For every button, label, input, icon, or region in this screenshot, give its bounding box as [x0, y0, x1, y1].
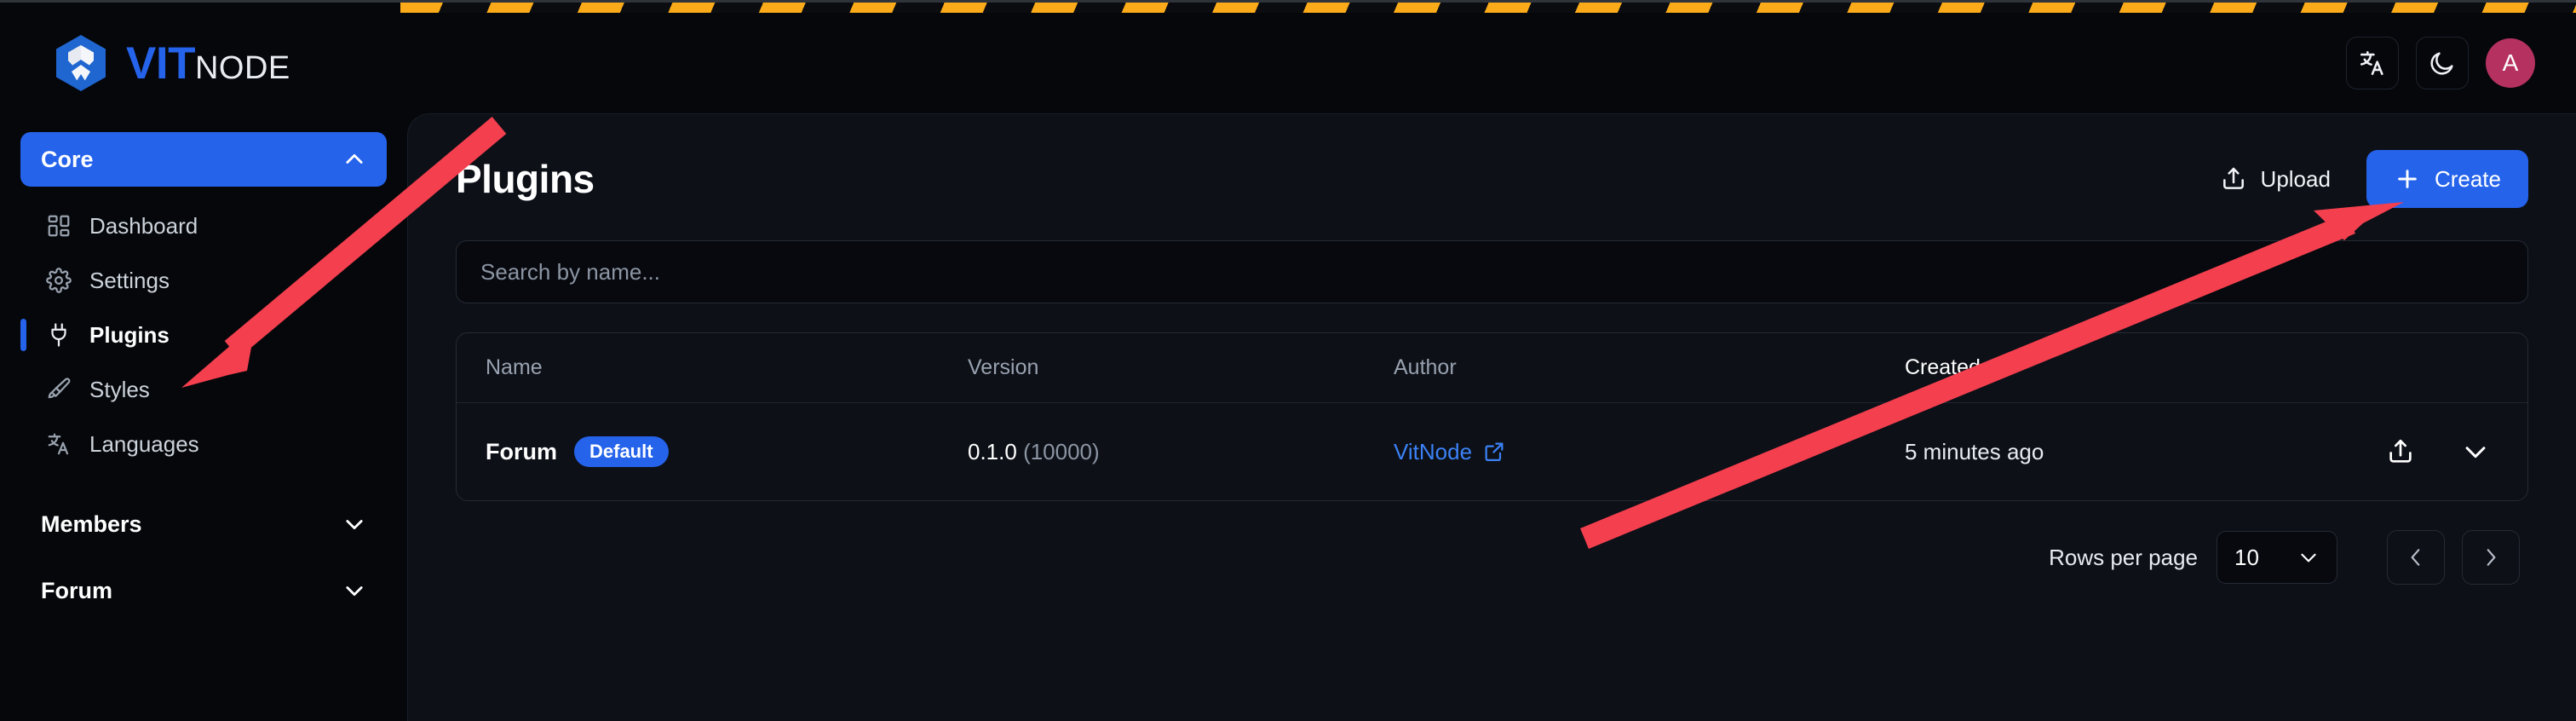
plugin-version-code: (10000) — [1023, 438, 1100, 464]
plugin-version: 0.1.0 — [968, 438, 1017, 464]
plug-icon — [51, 323, 66, 347]
created-time: 5 minutes ago — [1905, 438, 2044, 464]
sidebar-item-settings-label: Settings — [89, 267, 170, 293]
sidebar: Core Dashboard Settings Plugins Styles L… — [0, 113, 407, 721]
chevron-down-icon — [2465, 447, 2486, 459]
cell-author: VitNode — [1394, 403, 1905, 501]
cell-created: 5 minutes ago — [1905, 403, 2365, 501]
caution-stripe-band — [0, 3, 2576, 13]
rows-per-page-label: Rows per page — [2049, 544, 2198, 570]
author-link-label: VitNode — [1394, 438, 1473, 464]
plugin-name: Forum — [486, 438, 557, 464]
column-header-name-label: Name — [486, 355, 543, 379]
row-upload-button[interactable] — [2378, 429, 2424, 475]
column-header-version-label: Version — [968, 355, 1039, 379]
avatar-initial: A — [2502, 49, 2519, 76]
app-header: VIT NODE A — [0, 13, 2576, 113]
moon-icon — [2430, 52, 2453, 75]
upload-icon — [2222, 167, 2244, 189]
sidebar-item-languages-label: Languages — [89, 430, 199, 457]
status-badge: Default — [574, 436, 669, 467]
sidebar-section-members-label: Members — [41, 510, 142, 537]
caution-stripes — [400, 3, 2576, 13]
sidebar-section-core-label: Core — [41, 146, 94, 172]
paintbrush-icon — [48, 378, 71, 399]
dashboard-grid-icon — [48, 215, 70, 237]
brand-word-vit: VIT — [126, 37, 195, 89]
table-header-row: Name Version Author Created — [457, 333, 2527, 403]
sidebar-section-core[interactable]: Core — [20, 132, 387, 187]
vitnode-hexagon-logo — [56, 35, 106, 91]
sidebar-section-forum-label: Forum — [41, 577, 112, 603]
pager-controls — [2387, 530, 2520, 585]
gear-icon — [46, 268, 72, 293]
column-header-created[interactable]: Created — [1905, 333, 2365, 403]
page-header-actions: Upload Create — [2198, 150, 2528, 208]
sidebar-core-links: Dashboard Settings Plugins Styles Langua… — [20, 199, 387, 471]
sidebar-item-dashboard-label: Dashboard — [89, 212, 198, 239]
column-header-author-label: Author — [1394, 355, 1457, 379]
sidebar-item-languages[interactable]: Languages — [32, 417, 387, 471]
chevron-down-icon — [2301, 553, 2316, 562]
brand-word-node: NODE — [194, 49, 290, 86]
table-row[interactable]: Forum Default 0.1.0 (10000) VitNode 5 mi… — [457, 403, 2527, 501]
cell-version: 0.1.0 (10000) — [968, 403, 1394, 501]
column-header-version[interactable]: Version — [968, 333, 1394, 403]
language-switcher-button[interactable] — [2346, 37, 2399, 89]
author-link[interactable]: VitNode — [1394, 439, 1506, 465]
column-header-name[interactable]: Name — [457, 333, 968, 403]
sidebar-item-styles[interactable]: Styles — [32, 362, 387, 417]
create-button[interactable]: Create — [2366, 150, 2528, 208]
upload-button[interactable]: Upload — [2198, 150, 2353, 208]
translate-icon — [2360, 50, 2383, 76]
chevron-right-icon — [2487, 549, 2496, 566]
rows-per-page-select[interactable]: 10 — [2217, 531, 2337, 584]
brand-logo[interactable]: VIT NODE — [55, 34, 290, 92]
arrow-down-icon — [1998, 359, 2014, 377]
upload-icon — [2389, 439, 2412, 463]
pagination-bar: Rows per page 10 — [408, 501, 2576, 585]
sidebar-item-dashboard[interactable]: Dashboard — [32, 199, 387, 253]
column-header-actions — [2365, 333, 2527, 403]
chevron-up-icon — [346, 153, 363, 164]
cell-actions — [2365, 403, 2527, 501]
translate-icon — [48, 433, 69, 455]
plugins-table: Name Version Author Created Forum Defaul… — [457, 333, 2527, 500]
sidebar-section-forum[interactable]: Forum — [20, 563, 387, 618]
table-body: Forum Default 0.1.0 (10000) VitNode 5 mi… — [457, 403, 2527, 501]
plus-icon — [2398, 170, 2417, 188]
column-header-created-label: Created — [1905, 355, 1981, 379]
page-title: Plugins — [456, 157, 595, 201]
table-head: Name Version Author Created — [457, 333, 2527, 403]
rows-per-page-value: 10 — [2234, 544, 2259, 570]
chevron-down-icon — [346, 586, 363, 597]
plugins-table-card: Name Version Author Created Forum Defaul… — [456, 332, 2528, 501]
avatar[interactable]: A — [2486, 38, 2535, 88]
brand-wordmark: VIT NODE — [126, 37, 290, 89]
sidebar-section-members[interactable]: Members — [20, 497, 387, 551]
main-content: Plugins Upload Create Search by name... … — [407, 113, 2576, 721]
next-page-button[interactable] — [2462, 530, 2520, 585]
previous-page-button[interactable] — [2387, 530, 2445, 585]
upload-button-label: Upload — [2260, 165, 2331, 192]
chevron-down-icon — [346, 520, 363, 530]
search-area — [408, 208, 2576, 303]
header-actions: A — [2346, 37, 2535, 89]
page-header: Plugins Upload Create — [408, 114, 2576, 208]
chevron-left-icon — [2411, 549, 2420, 566]
sidebar-item-plugins[interactable]: Plugins — [20, 308, 387, 362]
cell-name: Forum Default — [457, 403, 968, 501]
column-header-author[interactable]: Author — [1394, 333, 1905, 403]
search-input[interactable] — [456, 240, 2528, 303]
sidebar-item-styles-label: Styles — [89, 376, 150, 402]
external-link-icon — [1485, 442, 1504, 462]
create-button-label: Create — [2434, 165, 2501, 192]
sidebar-item-plugins-label: Plugins — [89, 321, 170, 348]
row-expand-button[interactable] — [2452, 429, 2498, 475]
sidebar-item-settings[interactable]: Settings — [32, 253, 387, 308]
theme-toggle-button[interactable] — [2416, 37, 2469, 89]
